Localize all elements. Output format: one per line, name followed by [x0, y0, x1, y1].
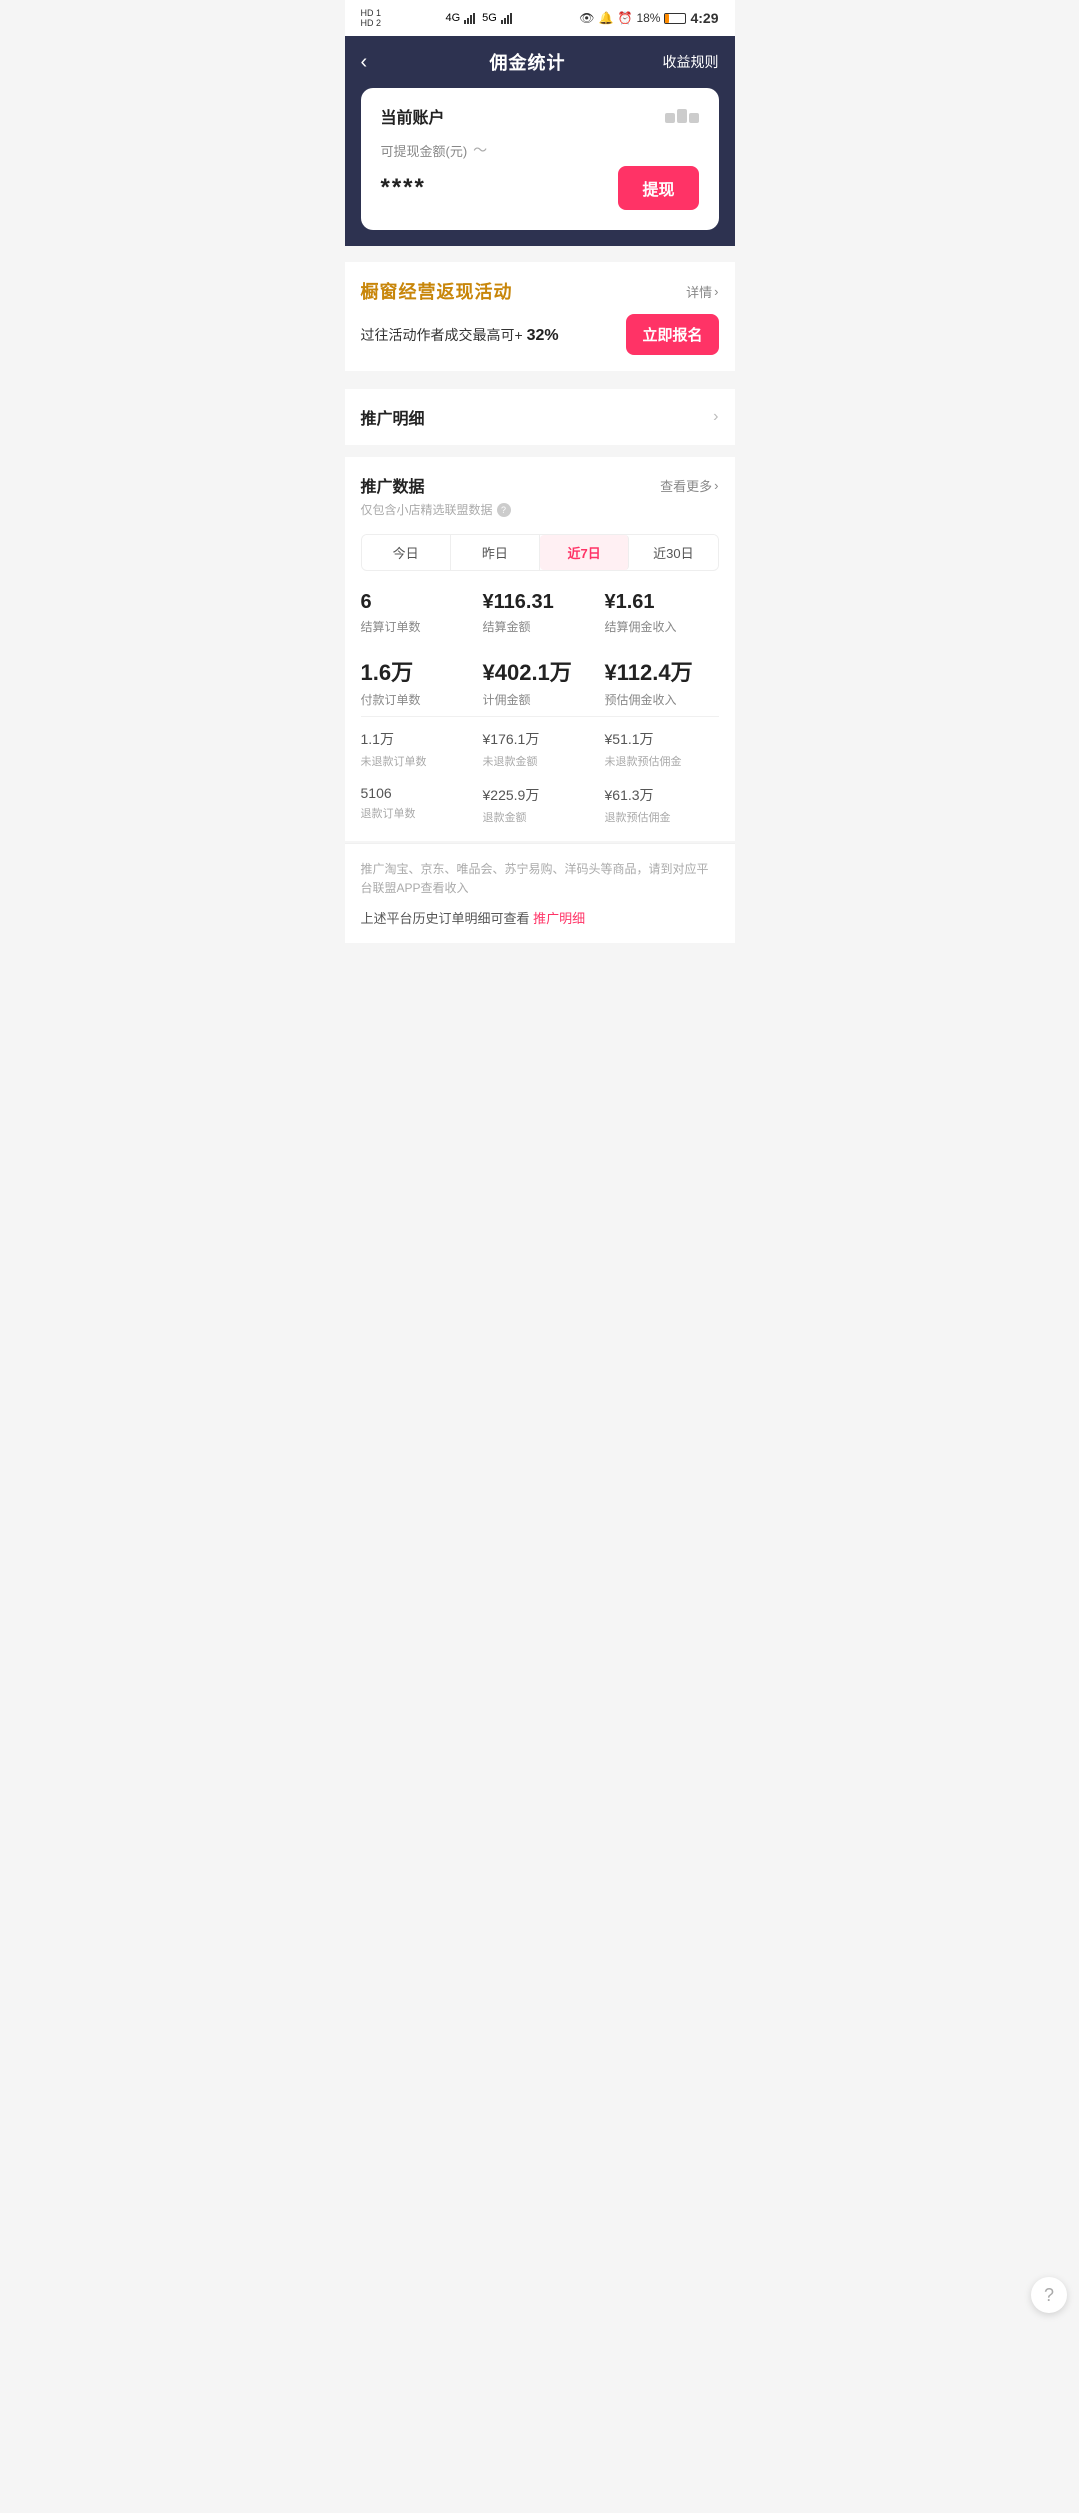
footer-note: 推广淘宝、京东、唯品会、苏宁易购、洋码头等商品，请到对应平台联盟APP查看收入 … — [345, 843, 735, 943]
stat-value-3: 1.6万 — [361, 655, 475, 687]
promo-detail-row[interactable]: 推广明细 › — [345, 389, 735, 445]
notification-icon: 🔔 — [599, 11, 614, 25]
promo-detail-link[interactable]: 详情 › — [686, 282, 718, 301]
stat-item-3: 1.6万 付款订单数 — [361, 655, 475, 708]
nav-bar: ‹ 佣金统计 收益规则 — [345, 36, 735, 88]
signal-bars-5g-icon — [501, 12, 515, 24]
tab-today[interactable]: 今日 — [362, 535, 451, 570]
status-right: 👁 🔔 ⏰ 18% 4:29 — [579, 10, 718, 26]
stat-label-2: 结算佣金收入 — [605, 618, 719, 635]
signal-info: 4G 5G — [445, 12, 514, 24]
stat-label-3: 付款订单数 — [361, 691, 475, 708]
back-button[interactable]: ‹ — [361, 51, 393, 74]
sub-stat-label-0: 未退款订单数 — [361, 753, 475, 769]
divider-2 — [345, 379, 735, 387]
tab-30days[interactable]: 近30日 — [629, 535, 717, 570]
stat-label-1: 结算金额 — [483, 618, 597, 635]
stat-value-4: ¥402.1万 — [483, 655, 597, 687]
eye-status-icon: 👁 — [579, 11, 594, 25]
help-icon[interactable]: ? — [497, 503, 511, 517]
stats-title: 推广数据 — [361, 473, 425, 497]
float-help-button[interactable]: ? — [1031, 2277, 1067, 2313]
signup-button[interactable]: 立即报名 — [626, 314, 718, 355]
sub-stat-label-3: 退款订单数 — [361, 805, 475, 821]
sub-stat-label-5: 退款预估佣金 — [605, 809, 719, 825]
sub-stat-item-2: ¥51.1万 未退款预估佣金 — [605, 729, 719, 769]
avatar-block-2 — [677, 109, 687, 123]
avatar-block-3 — [689, 113, 699, 123]
stat-value-0: 6 — [361, 591, 475, 614]
sub-stat-value-2: ¥51.1万 — [605, 729, 719, 749]
sub-stat-label-2: 未退款预估佣金 — [605, 753, 719, 769]
stats-subtitle-text: 仅包含小店精选联盟数据 — [361, 501, 493, 518]
sub-stat-value-4: ¥225.9万 — [483, 785, 597, 805]
sub-stat-value-1: ¥176.1万 — [483, 729, 597, 749]
sub-stat-item-4: ¥225.9万 退款金额 — [483, 785, 597, 825]
alarm-icon: ⏰ — [617, 11, 632, 25]
stat-item-1: ¥116.31 结算金额 — [483, 591, 597, 635]
chevron-right-icon: › — [714, 478, 718, 493]
divider-1 — [345, 246, 735, 254]
withdraw-button[interactable]: 提现 — [618, 166, 698, 210]
signal-bars-icon — [464, 12, 478, 24]
stat-label-5: 预估佣金收入 — [605, 691, 719, 708]
tab-yesterday[interactable]: 昨日 — [451, 535, 540, 570]
stat-value-2: ¥1.61 — [605, 591, 719, 614]
promo-percent: 32% — [527, 327, 559, 344]
sub-stat-value-5: ¥61.3万 — [605, 785, 719, 805]
sub-stat-value-3: 5106 — [361, 785, 475, 801]
stats-tabs: 今日 昨日 近7日 近30日 — [361, 534, 719, 571]
avatar — [665, 109, 699, 123]
sub-stat-value-0: 1.1万 — [361, 729, 475, 749]
promo-text: 过往活动作者成交最高可+ 32% — [361, 325, 559, 345]
sub-stat-item-3: 5106 退款订单数 — [361, 785, 475, 825]
stat-label-0: 结算订单数 — [361, 618, 475, 635]
tab-7days[interactable]: 近7日 — [540, 535, 629, 570]
network-info: HD 1 HD 2 — [361, 8, 382, 28]
stat-value-1: ¥116.31 — [483, 591, 597, 614]
sub-stat-label-4: 退款金额 — [483, 809, 597, 825]
page-title: 佣金统计 — [490, 49, 566, 75]
chevron-right-icon: › — [714, 284, 718, 299]
stats-more-button[interactable]: 查看更多 › — [660, 476, 718, 495]
stat-item-2: ¥1.61 结算佣金收入 — [605, 591, 719, 635]
promo-detail-label: 推广明细 — [361, 405, 425, 429]
battery-icon — [664, 13, 686, 24]
stats-section: 推广数据 查看更多 › 仅包含小店精选联盟数据 ? 今日 昨日 近7日 近30日… — [345, 457, 735, 841]
amount-display: **** — [381, 174, 426, 202]
account-label: 当前账户 — [381, 104, 445, 128]
sub-stat-item-5: ¥61.3万 退款预估佣金 — [605, 785, 719, 825]
sub-stat-label-1: 未退款金额 — [483, 753, 597, 769]
divider-3 — [345, 447, 735, 455]
stat-item-0: 6 结算订单数 — [361, 591, 475, 635]
sub-stat-item-1: ¥176.1万 未退款金额 — [483, 729, 597, 769]
hide-amount-icon[interactable]: 〜 — [473, 140, 487, 160]
stat-item-5: ¥112.4万 预估佣金收入 — [605, 655, 719, 708]
avatar-block-1 — [665, 113, 675, 123]
promo-banner: 橱窗经营返现活动 详情 › 过往活动作者成交最高可+ 32% 立即报名 — [345, 262, 735, 371]
stat-label-4: 计佣金额 — [483, 691, 597, 708]
promo-title: 橱窗经营返现活动 — [361, 278, 513, 304]
time: 4:29 — [690, 10, 718, 26]
footer-text: 推广淘宝、京东、唯品会、苏宁易购、洋码头等商品，请到对应平台联盟APP查看收入 — [361, 860, 719, 898]
battery-text: 18% — [636, 11, 660, 25]
stat-item-4: ¥402.1万 计佣金额 — [483, 655, 597, 708]
promo-detail-link[interactable]: 推广明细 — [533, 911, 585, 926]
footer-link-row: 上述平台历史订单明细可查看 推广明细 — [361, 908, 719, 927]
revenue-rules-button[interactable]: 收益规则 — [663, 52, 719, 72]
account-card: 当前账户 可提现金额(元) 〜 **** 提现 — [345, 88, 735, 246]
sub-stats-grid: 1.1万 未退款订单数 ¥176.1万 未退款金额 ¥51.1万 未退款预估佣金… — [361, 716, 719, 825]
sub-stat-item-0: 1.1万 未退款订单数 — [361, 729, 475, 769]
withdraw-label: 可提现金额(元) — [381, 141, 468, 160]
status-bar: HD 1 HD 2 4G 5G 👁 🔔 ⏰ 18% 4:29 — [345, 0, 735, 36]
chevron-right-icon: › — [713, 408, 718, 426]
stat-value-5: ¥112.4万 — [605, 655, 719, 687]
stats-grid: 6 结算订单数 ¥116.31 结算金额 ¥1.61 结算佣金收入 1.6万 付… — [361, 591, 719, 708]
